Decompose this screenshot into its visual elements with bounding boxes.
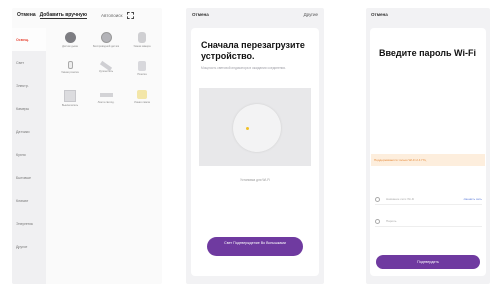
reset-device-screen: Отмена Другие Сначала перезагрузите устр…	[186, 8, 324, 284]
scan-icon[interactable]	[126, 11, 134, 19]
cancel-button[interactable]: Отмена	[192, 12, 209, 17]
category-item[interactable]: Климат	[12, 189, 46, 212]
device-tile[interactable]: Беспроводной датчик	[88, 30, 124, 56]
device-tile[interactable]: Удлинитель	[88, 59, 124, 85]
password-field[interactable]: Пароль	[375, 216, 482, 227]
category-item[interactable]: Бытовые	[12, 166, 46, 189]
device-tile[interactable]: Умная камера	[124, 30, 160, 56]
plug-icon	[67, 61, 73, 69]
category-item[interactable]: Освещ.	[12, 28, 46, 51]
device-label: Удлинитель	[98, 70, 114, 73]
device-tile[interactable]: Умная лампа	[124, 88, 160, 114]
wifi-setup-link[interactable]: Установка для Wi-Fi	[191, 178, 319, 182]
category-item[interactable]: Энергетик	[12, 212, 46, 235]
device-label: Умная камера	[133, 45, 151, 48]
page-title: Сначала перезагрузите устройство.	[201, 40, 305, 61]
device-label: Выключатель	[61, 104, 79, 107]
add-device-screen: Отмена Добавить вручную Автопоиск Освещ.…	[12, 8, 162, 284]
top-bar: Отмена Добавить вручную Автопоиск	[12, 8, 162, 22]
outlet-icon	[138, 61, 146, 71]
device-tile[interactable]: Розетка	[124, 59, 160, 85]
device-label: Датчик дыма	[62, 45, 78, 48]
device-tile[interactable]: Лента светод.	[88, 88, 124, 114]
category-item[interactable]: Электр.	[12, 74, 46, 97]
wifi-card: Введите пароль Wi-Fi	[370, 28, 486, 276]
wifi-icon	[375, 196, 380, 202]
tab-add-manual[interactable]: Добавить вручную	[39, 12, 88, 19]
category-item[interactable]: Камеры	[12, 97, 46, 120]
led-strip-icon	[99, 93, 113, 97]
device-tile[interactable]: Выключатель	[52, 88, 88, 114]
ssid-placeholder: Название сети Wi-Fi	[386, 197, 415, 201]
lock-icon	[375, 218, 380, 224]
instruction-text: Мощность световой индикатора в ожидании …	[201, 66, 286, 70]
wifi-warning-banner: Поддерживается только Wi-Fi 2.4 ГГц	[371, 154, 485, 166]
device-illustration	[199, 88, 311, 166]
ssid-field[interactable]: Название сети Wi-Fi сменить сеть	[375, 194, 482, 205]
cancel-button[interactable]: Отмена	[371, 12, 388, 17]
device-circle-icon	[233, 104, 281, 152]
top-bar: Отмена Другие	[186, 8, 324, 20]
category-item[interactable]: Датчики	[12, 120, 46, 143]
top-bar: Отмена	[366, 8, 490, 20]
category-item[interactable]: Свет	[12, 51, 46, 74]
device-tile[interactable]: Датчик дыма	[52, 30, 88, 56]
smoke-sensor-icon	[64, 32, 76, 43]
other-button[interactable]: Другие	[304, 12, 318, 17]
category-item[interactable]: Другое	[12, 235, 46, 258]
password-placeholder: Пароль	[386, 219, 397, 223]
device-label: Розетка	[137, 73, 147, 76]
category-sidebar: Освещ. Свет Электр. Камеры Датчики Кухня…	[12, 28, 46, 284]
confirm-button[interactable]: Подтвердить	[376, 255, 480, 269]
bulb-icon	[137, 90, 147, 99]
cancel-button[interactable]: Отмена	[17, 12, 36, 18]
round-sensor-icon	[100, 32, 112, 43]
confirm-blink-button[interactable]: Свет Подтверждение Во Вспышками	[207, 237, 303, 256]
category-item[interactable]: Кухня	[12, 143, 46, 166]
device-tile[interactable]: Умная розетка	[52, 59, 88, 85]
device-label: Умная розетка	[61, 71, 79, 74]
wall-switch-icon	[64, 90, 76, 102]
wifi-password-screen: Отмена Введите пароль Wi-Fi Поддерживает…	[366, 8, 490, 284]
reset-card: Сначала перезагрузите устройство. Мощнос…	[191, 28, 319, 276]
change-network-link[interactable]: сменить сеть	[464, 197, 482, 201]
camera-icon	[138, 32, 146, 43]
device-label: Умная лампа	[134, 101, 150, 104]
tab-auto-search[interactable]: Автопоиск	[101, 13, 122, 18]
device-label: Беспроводной датчик	[92, 45, 120, 48]
device-grid: Датчик дыма Беспроводной датчик Умная каме…	[52, 30, 160, 114]
indicator-light-icon	[246, 127, 249, 130]
page-title: Введите пароль Wi-Fi	[379, 48, 476, 58]
device-label: Лента светод.	[97, 101, 115, 104]
